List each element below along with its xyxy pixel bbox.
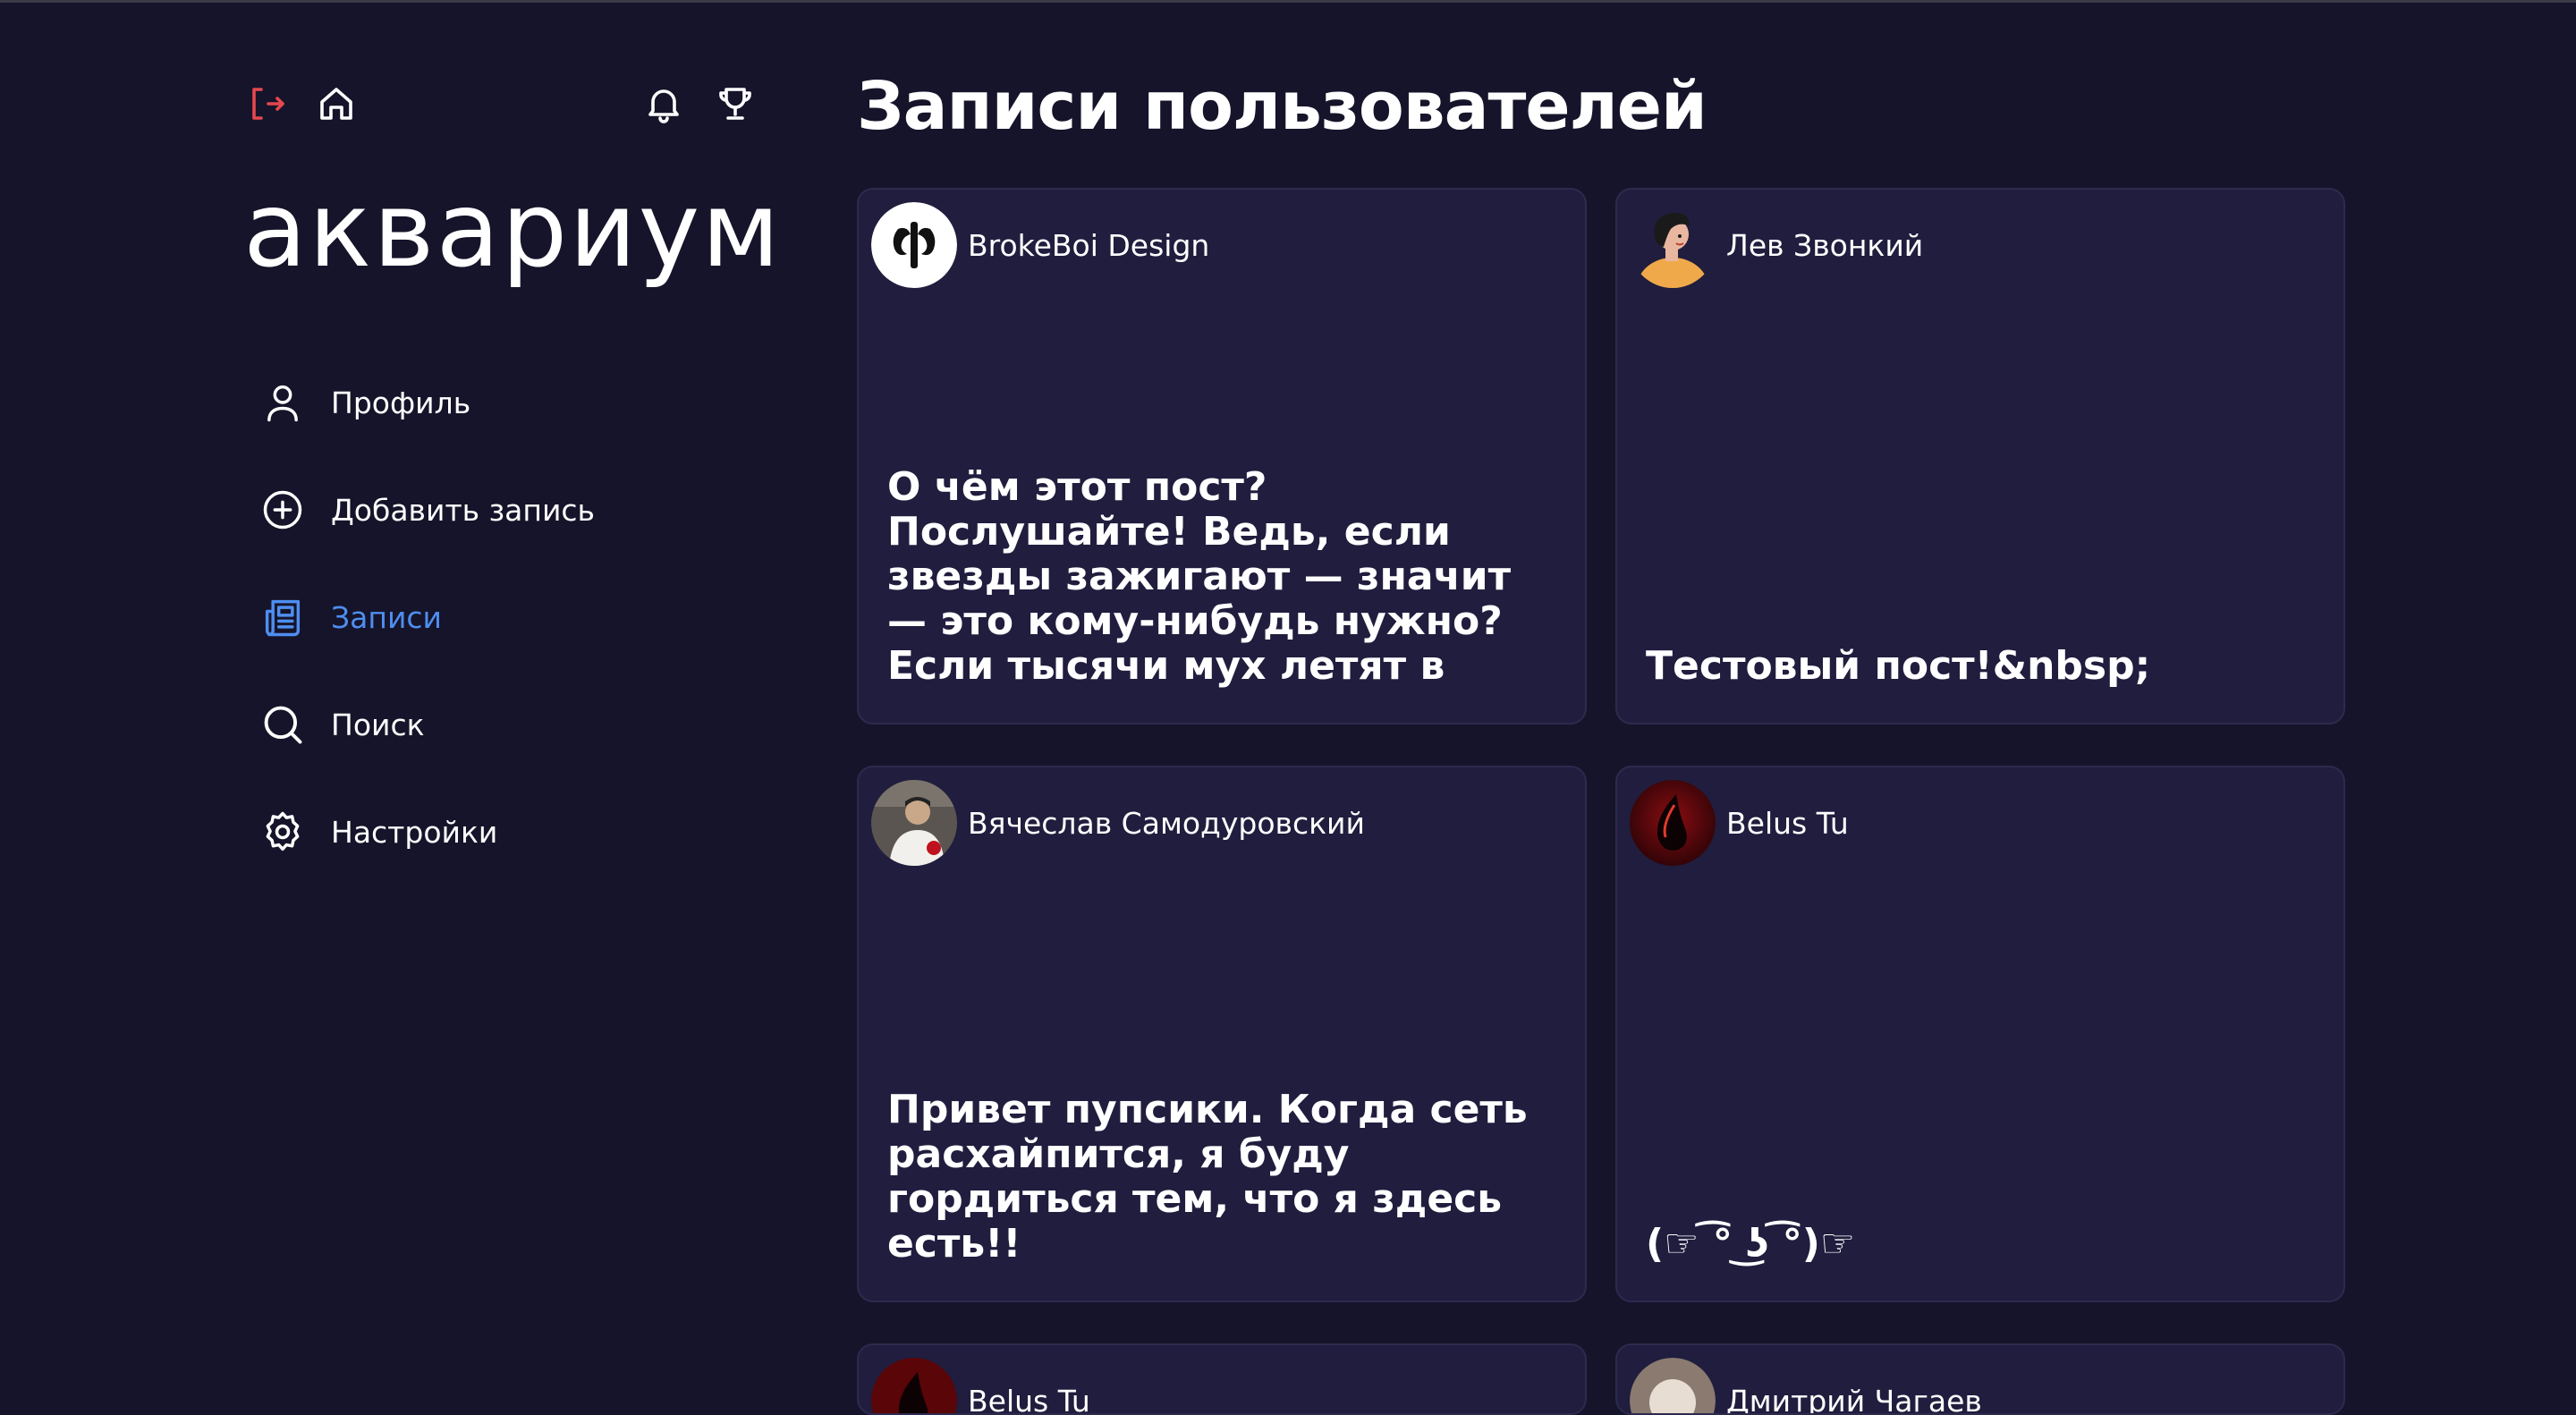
- sidebar-item-settings[interactable]: Настройки: [259, 778, 595, 885]
- post-header: Дмитрий Чагаев: [1630, 1358, 1982, 1415]
- sidebar-item-add-post[interactable]: Добавить запись: [259, 456, 595, 563]
- plus-circle-icon: [259, 487, 306, 533]
- sidebar-item-label: Добавить запись: [331, 493, 595, 528]
- sidebar-item-search[interactable]: Поиск: [259, 671, 595, 778]
- sidebar-item-label: Записи: [331, 600, 442, 635]
- sidebar-top-icons: [243, 80, 762, 143]
- newspaper-icon: [259, 594, 306, 640]
- home-icon: [315, 82, 358, 125]
- post-author[interactable]: Дмитрий Чагаев: [1726, 1384, 1982, 1415]
- sidebar-item-profile[interactable]: Профиль: [259, 349, 595, 456]
- bell-icon: [642, 82, 685, 125]
- post-card[interactable]: Вячеслав Самодуровский Привет пупсики. К…: [857, 766, 1587, 1302]
- sidebar-item-label: Профиль: [331, 386, 470, 420]
- post-author[interactable]: BrokeBoi Design: [968, 228, 1209, 263]
- avatar[interactable]: [871, 1358, 957, 1415]
- gear-icon: [259, 809, 306, 855]
- avatar[interactable]: [1630, 780, 1716, 866]
- post-text: О чём этот пост?Послушайте! Ведь, если з…: [887, 465, 1549, 689]
- notifications-button[interactable]: [640, 80, 687, 127]
- logout-button[interactable]: [243, 80, 290, 127]
- post-header: Лев Звонкий: [1630, 202, 1923, 288]
- avatar[interactable]: [1630, 1358, 1716, 1415]
- post-text: Тестовый пост!&nbsp;: [1646, 644, 2308, 689]
- post-card[interactable]: Дмитрий Чагаев: [1615, 1343, 2345, 1415]
- post-text: (☞ ͡° ͜ʖ ͡°)☞: [1646, 1222, 2308, 1267]
- posts-grid: BrokeBoi Design О чём этот пост?Послушай…: [857, 188, 2345, 1415]
- sidebar-nav: Профиль Добавить запись Записи Поиск Нас…: [259, 349, 595, 885]
- logout-icon: [245, 82, 288, 125]
- app-logo[interactable]: аквариум: [243, 179, 782, 283]
- avatar[interactable]: [871, 780, 957, 866]
- main-content: Записи пользователей BrokeBoi Design О ч…: [857, 63, 2345, 188]
- sidebar: аквариум Профиль Добавить запись Записи …: [243, 80, 762, 143]
- sidebar-item-label: Настройки: [331, 815, 497, 850]
- post-card[interactable]: Belus Tu: [857, 1343, 1587, 1415]
- post-header: Вячеслав Самодуровский: [871, 780, 1365, 866]
- post-card[interactable]: Belus Tu (☞ ͡° ͜ʖ ͡°)☞: [1615, 766, 2345, 1302]
- window-top-border: [0, 0, 2576, 3]
- post-author[interactable]: Belus Tu: [968, 1384, 1090, 1415]
- post-header: Belus Tu: [871, 1358, 1090, 1415]
- post-card[interactable]: BrokeBoi Design О чём этот пост?Послушай…: [857, 188, 1587, 724]
- user-icon: [259, 379, 306, 426]
- search-icon: [259, 701, 306, 748]
- sidebar-item-posts[interactable]: Записи: [259, 563, 595, 671]
- post-text: Привет пупсики. Когда сеть расхайпится, …: [887, 1088, 1549, 1267]
- sidebar-item-label: Поиск: [331, 708, 425, 742]
- post-author[interactable]: Belus Tu: [1726, 806, 1849, 841]
- achievements-button[interactable]: [712, 80, 758, 127]
- post-card[interactable]: Лев Звонкий Тестовый пост!&nbsp;: [1615, 188, 2345, 724]
- home-button[interactable]: [313, 80, 360, 127]
- page-title: Записи пользователей: [857, 63, 2345, 188]
- avatar[interactable]: [1630, 202, 1716, 288]
- post-author[interactable]: Лев Звонкий: [1726, 228, 1923, 263]
- post-header: Belus Tu: [1630, 780, 1849, 866]
- trophy-icon: [714, 82, 757, 125]
- post-author[interactable]: Вячеслав Самодуровский: [968, 806, 1365, 841]
- post-header: BrokeBoi Design: [871, 202, 1209, 288]
- avatar[interactable]: [871, 202, 957, 288]
